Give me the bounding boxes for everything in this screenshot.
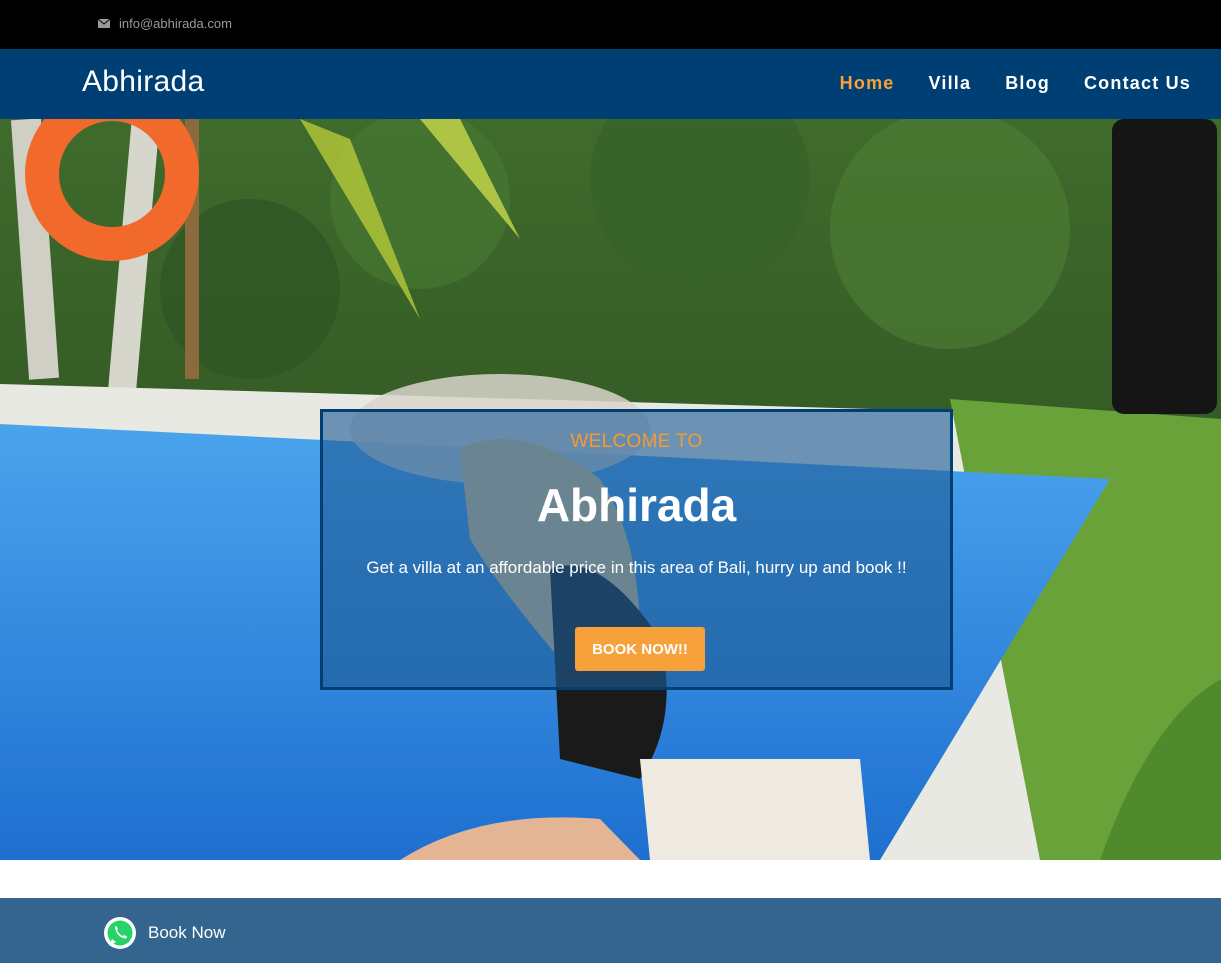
welcome-subtitle: WELCOME TO xyxy=(570,431,703,452)
main-nav: Home Villa Blog Contact Us xyxy=(840,73,1191,94)
site-logo[interactable]: Abhirada xyxy=(82,65,205,99)
sticky-booking-bar: Book Now xyxy=(0,898,1221,963)
book-now-button[interactable]: BOOK NOW!! xyxy=(575,627,705,671)
nav-item-home[interactable]: Home xyxy=(840,73,895,94)
whatsapp-book-button[interactable]: Book Now xyxy=(103,916,225,950)
welcome-box: WELCOME TO Abhirada Get a villa at an af… xyxy=(320,409,953,690)
whatsapp-icon xyxy=(104,917,136,949)
section-spacer xyxy=(0,860,1221,898)
welcome-title: Abhirada xyxy=(536,479,737,531)
top-bar: info@abhirada.com xyxy=(0,0,1221,49)
whatsapp-label: Book Now xyxy=(148,923,226,942)
nav-item-contact-us[interactable]: Contact Us xyxy=(1084,73,1191,94)
nav-item-villa[interactable]: Villa xyxy=(928,73,971,94)
hero-section: WELCOME TO Abhirada Get a villa at an af… xyxy=(0,119,1221,860)
envelope-icon xyxy=(98,19,110,28)
main-navbar: Abhirada Home Villa Blog Contact Us xyxy=(0,49,1221,119)
contact-email[interactable]: info@abhirada.com xyxy=(98,16,232,31)
email-text: info@abhirada.com xyxy=(119,16,232,31)
nav-item-blog[interactable]: Blog xyxy=(1005,73,1050,94)
welcome-description: Get a villa at an affordable price in th… xyxy=(366,558,907,577)
